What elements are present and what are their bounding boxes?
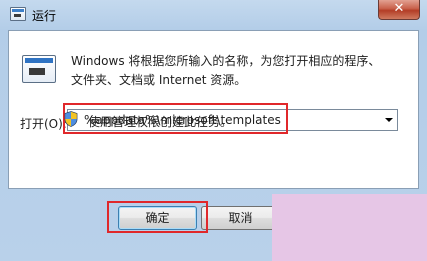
overlay-patch bbox=[272, 194, 427, 261]
admin-privilege-note: 使用管理权限创建此任务。 bbox=[88, 115, 233, 129]
description-line-1: Windows 将根据您所输入的名称，为您打开相应的程序、 bbox=[71, 54, 381, 68]
ok-highlight-box bbox=[107, 201, 208, 233]
dropdown-arrow-icon[interactable] bbox=[385, 118, 393, 122]
description-line-2: 文件夹、文档或 Internet 资源。 bbox=[71, 73, 247, 87]
run-icon bbox=[10, 7, 26, 21]
open-label: 打开(O): bbox=[20, 117, 67, 131]
cancel-button[interactable]: 取消 bbox=[201, 206, 280, 230]
close-icon: ✕ bbox=[393, 1, 405, 16]
run-program-icon bbox=[22, 55, 56, 83]
title-bar[interactable]: 运行 ✕ bbox=[0, 0, 427, 30]
run-dialog: 运行 ✕ Windows 将根据您所输入的名称，为您打开相应的程序、 文件夹、文… bbox=[0, 0, 427, 261]
window-title: 运行 bbox=[32, 9, 57, 23]
close-button[interactable]: ✕ bbox=[378, 0, 420, 20]
shield-icon bbox=[64, 111, 78, 127]
